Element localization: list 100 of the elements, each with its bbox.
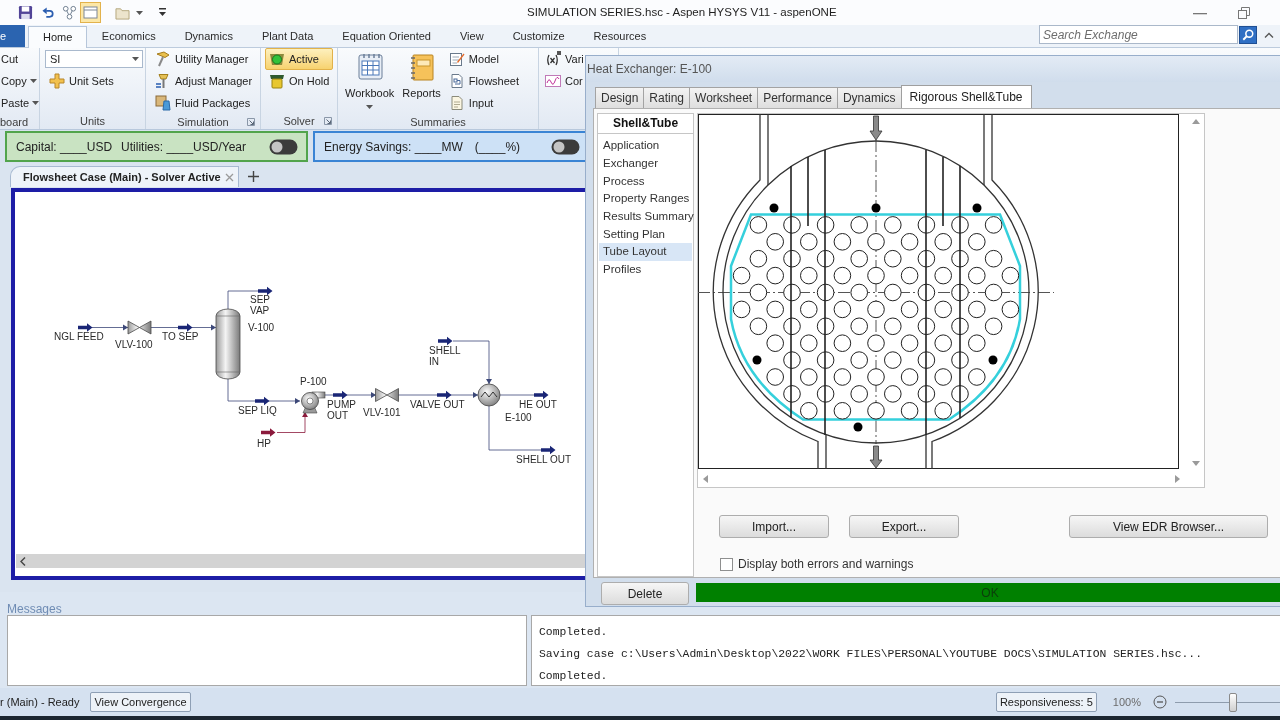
group-label: board <box>0 115 29 130</box>
nav-item[interactable]: Tube Layout <box>599 243 692 261</box>
stream-arrow-icon <box>437 390 452 400</box>
save-icon[interactable] <box>18 5 33 20</box>
ribbon-button[interactable]: Active <box>265 48 334 70</box>
caret-icon[interactable] <box>136 10 143 15</box>
caret-icon <box>366 105 374 109</box>
scroll-down-icon[interactable] <box>1191 461 1200 466</box>
undo-icon[interactable] <box>42 6 54 19</box>
units-select[interactable]: SI <box>45 50 143 68</box>
unit-label: E-100 <box>505 412 532 423</box>
caret-icon <box>132 57 139 61</box>
close-icon[interactable] <box>224 172 234 182</box>
stream-label: SEP VAP <box>250 294 271 316</box>
restore-icon[interactable] <box>1238 6 1250 19</box>
nav-item[interactable]: Profiles <box>599 260 692 279</box>
ribbon-button[interactable]: On Hold <box>265 70 334 92</box>
unit-label: VLV-100 <box>115 339 153 350</box>
ribbon-button[interactable]: Copy <box>0 70 41 92</box>
valve-icon <box>375 388 399 402</box>
scroll-left-icon[interactable] <box>20 556 26 566</box>
status-button[interactable]: Responsiveness: 5 <box>995 692 1097 712</box>
plus-icon[interactable] <box>247 171 259 182</box>
delete-button[interactable]: Delete <box>601 582 689 605</box>
chevron-up-icon[interactable] <box>1264 31 1274 38</box>
nav-item[interactable]: Property Ranges <box>599 190 692 208</box>
file-tab[interactable]: e <box>0 25 25 47</box>
network-icon[interactable] <box>62 5 77 20</box>
nav-item[interactable]: Application <box>599 136 692 155</box>
dialog-tab[interactable]: Design <box>595 87 645 108</box>
search-field[interactable]: Search Exchange <box>1039 25 1238 44</box>
ribbon-button[interactable]: Cut <box>0 48 41 70</box>
variable-icon <box>545 51 561 67</box>
tool-icon <box>155 73 171 89</box>
stream-label: TO SEP <box>162 331 199 342</box>
ribbon-button[interactable]: Input <box>444 92 523 114</box>
ribbon-tab[interactable]: Home <box>28 26 88 48</box>
chart-icon <box>545 73 561 89</box>
window-title: SIMULATION SERIES.hsc - Aspen HYSYS V11 - aspenONE <box>527 4 837 20</box>
customize-menu-icon[interactable] <box>159 8 166 17</box>
status-button[interactable]: View Convergence <box>90 692 191 712</box>
ribbon-button[interactable]: Reports <box>398 48 445 112</box>
dialog-launcher-icon[interactable] <box>247 118 255 126</box>
ribbon-tab[interactable]: Resources <box>579 25 661 47</box>
group-label: Simulation <box>177 115 229 130</box>
zoom-slider[interactable] <box>1175 692 1280 712</box>
dialog-tab[interactable]: Rating <box>643 87 691 108</box>
ribbon-button[interactable]: Flowsheet <box>444 70 523 92</box>
scroll-up-icon[interactable] <box>1191 119 1200 124</box>
nav-item[interactable]: Process <box>599 172 692 190</box>
package-icon <box>155 95 171 111</box>
toggle-switch[interactable] <box>551 138 580 155</box>
dialog-button[interactable]: Export... <box>849 515 959 538</box>
ribbon-tab[interactable]: Dynamics <box>170 25 248 47</box>
dialog-tab[interactable]: Rigorous Shell&Tube <box>900 85 1032 108</box>
ribbon-tab[interactable]: Equation Oriented <box>327 25 446 47</box>
dialog-tab[interactable]: Performance <box>757 87 838 108</box>
slider-thumb[interactable] <box>1228 692 1237 712</box>
log-line: Saving case c:\Users\Admin\Desktop\2022\WORK FILES\PERSONAL\YOUTUBE DOCS\SIMULATION SERIES.hsc... <box>539 647 1204 661</box>
caret-icon <box>32 101 40 105</box>
ruler-cross-icon <box>49 73 65 89</box>
ribbon-button[interactable]: Paste <box>0 92 41 114</box>
zoom-out-icon[interactable] <box>1153 695 1167 709</box>
checkbox[interactable] <box>720 557 733 571</box>
dialog-button[interactable]: View EDR Browser... <box>1069 515 1268 538</box>
banner-text: Utilities: ____USD/Year <box>121 138 246 156</box>
dialog-tab[interactable]: Dynamics <box>836 87 902 108</box>
status-text: r (Main) - Ready <box>0 694 80 710</box>
ribbon-button[interactable]: Unit Sets <box>45 70 143 92</box>
ribbon-button[interactable]: Fluid Packages <box>151 92 257 114</box>
ribbon-button[interactable]: Workbook <box>341 48 399 112</box>
stream-line <box>499 394 535 396</box>
group-label: Solver <box>283 114 315 129</box>
ribbon-button[interactable]: Utility Manager <box>151 48 257 70</box>
toggle-switch[interactable] <box>269 138 298 155</box>
ribbon-button[interactable]: Vari <box>541 48 588 70</box>
nav-item[interactable]: Results Summary <box>599 207 692 226</box>
nav-item[interactable]: Exchanger <box>599 154 692 173</box>
edit-document-icon <box>448 51 465 67</box>
ribbon-tab[interactable]: Economics <box>87 25 171 47</box>
nav-item[interactable]: Setting Plan <box>599 225 692 244</box>
dialog-button[interactable]: Import... <box>719 515 829 538</box>
scroll-right-icon[interactable] <box>1175 475 1180 483</box>
stream-arrow-icon <box>178 323 193 332</box>
workbook-icon <box>355 53 384 81</box>
stream-label: SHELL OUT <box>516 454 572 465</box>
ribbon-tab[interactable]: View <box>445 25 499 47</box>
status-light-icon <box>269 51 285 67</box>
unit-label: VLV-101 <box>363 407 401 418</box>
ribbon-button[interactable]: Model <box>444 48 523 70</box>
scroll-left-icon[interactable] <box>703 475 708 483</box>
ribbon-tab[interactable]: Customize <box>498 25 580 47</box>
dialog-launcher-icon[interactable] <box>324 117 332 125</box>
search-button[interactable] <box>1239 25 1257 44</box>
flowsheet-tab[interactable]: Flowsheet Case (Main) - Solver Active <box>10 166 239 187</box>
stream-label: HP <box>257 438 271 449</box>
dialog-tab[interactable]: Worksheet <box>689 87 759 108</box>
stream-label: VALVE OUT <box>410 399 465 410</box>
ribbon-tab[interactable]: Plant Data <box>247 25 328 47</box>
ribbon-button[interactable]: Adjust Manager <box>151 70 257 92</box>
